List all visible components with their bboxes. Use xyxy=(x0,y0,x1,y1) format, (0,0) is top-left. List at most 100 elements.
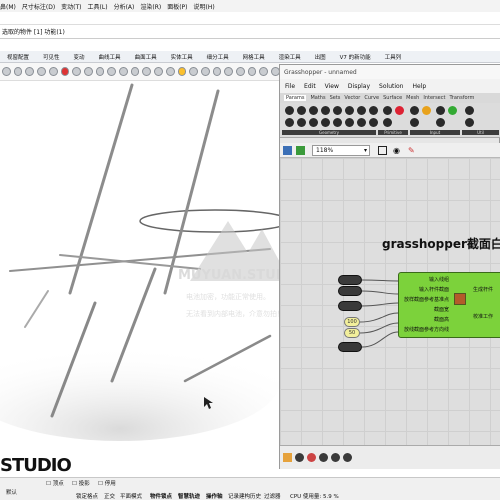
tab-surface-tools[interactable]: 曲面工具 xyxy=(128,53,164,61)
tab-toolbars[interactable]: 工具列 xyxy=(378,53,409,61)
gh-param-icon[interactable] xyxy=(297,118,306,127)
tab-v7-new[interactable]: V7 的新功能 xyxy=(333,53,378,61)
menu-item-mesh[interactable]: 鼻(M) xyxy=(0,2,16,11)
gh-param-icon[interactable] xyxy=(369,106,378,115)
gh-param-icon[interactable] xyxy=(357,106,366,115)
gh-point-param[interactable] xyxy=(338,301,362,311)
checkbox-vertex[interactable]: ☐ 顶点 xyxy=(46,479,64,487)
menu-item-tools[interactable]: 工具(L) xyxy=(88,2,108,11)
gh-zoom-select[interactable]: 118% ▾ xyxy=(312,145,370,156)
gh-curve-param[interactable] xyxy=(338,275,362,285)
status-smarttrack[interactable]: 智慧轨迹 xyxy=(178,492,200,500)
gh-param-icon[interactable] xyxy=(333,106,342,115)
gh-tab-intersect[interactable]: Intersect xyxy=(423,95,445,101)
gh-param-icon[interactable] xyxy=(410,106,419,115)
tab-subd-tools[interactable]: 细分工具 xyxy=(200,53,236,61)
hide-icon[interactable] xyxy=(236,67,245,76)
tab-visibility[interactable]: 可见性 xyxy=(36,53,67,61)
gh-param-icon[interactable] xyxy=(410,118,419,127)
shaded-icon[interactable] xyxy=(212,67,222,76)
gh-param-icon[interactable] xyxy=(309,106,318,115)
gh-group-util[interactable]: Util xyxy=(462,130,499,135)
tab-mesh-tools[interactable]: 网格工具 xyxy=(236,53,272,61)
gh-menu-file[interactable]: File xyxy=(285,83,295,90)
gh-input-lines[interactable]: 输入线组 xyxy=(429,276,449,283)
gh-menu-view[interactable]: View xyxy=(325,83,339,90)
gh-bulb-icon[interactable] xyxy=(283,453,292,462)
status-planar[interactable]: 平面模式 xyxy=(120,492,142,500)
gh-number-param[interactable]: 50 xyxy=(344,328,360,338)
undo-icon[interactable] xyxy=(95,67,105,76)
menu-item-transform[interactable]: 变动(T) xyxy=(61,2,81,11)
gh-title-bar[interactable]: Grasshopper - unnamed xyxy=(280,65,500,79)
ring-curve[interactable] xyxy=(139,209,280,233)
gh-output-members[interactable]: 生成杆件 xyxy=(473,286,493,293)
tab-drafting[interactable]: 出图 xyxy=(308,53,333,61)
gh-tab-params[interactable]: Params xyxy=(284,95,307,101)
gh-output-calibrate[interactable]: 校准工作 xyxy=(473,313,493,320)
menu-item-dimension[interactable]: 尺寸标注(D) xyxy=(22,2,55,11)
gh-param-icon[interactable] xyxy=(297,106,306,115)
zoom-window-icon[interactable] xyxy=(142,67,152,76)
gh-param-icon[interactable] xyxy=(383,106,392,115)
gh-param-icon[interactable] xyxy=(285,106,294,115)
gh-canvas[interactable]: grasshopper截面白 100 50 输入线组 输入杆件截面 放样截面参考… xyxy=(280,158,500,445)
gh-preview-eye-icon[interactable]: ◉ xyxy=(393,146,400,155)
status-gumball[interactable]: 操作轴 xyxy=(206,492,223,500)
gh-param-icon[interactable] xyxy=(307,453,316,462)
sphere-icon[interactable] xyxy=(200,67,210,76)
menu-item-help[interactable]: 说明(H) xyxy=(194,2,215,11)
gh-param-icon[interactable] xyxy=(345,118,354,127)
gh-number-param[interactable]: 100 xyxy=(344,317,360,327)
gh-tab-mesh[interactable]: Mesh xyxy=(406,95,419,101)
gh-param-icon[interactable] xyxy=(448,106,457,115)
gh-tab-transform[interactable]: Transform xyxy=(449,95,474,101)
rod-8[interactable] xyxy=(24,290,49,328)
new-file-icon[interactable] xyxy=(2,67,11,76)
gh-line-param[interactable] xyxy=(338,342,362,352)
properties-icon[interactable] xyxy=(48,67,58,76)
tab-transform[interactable]: 变动 xyxy=(67,53,92,61)
menu-item-render[interactable]: 渲染(R) xyxy=(140,2,161,11)
layers-icon[interactable] xyxy=(189,67,198,76)
gh-input-height[interactable]: 截面高 xyxy=(434,316,449,323)
gh-input-base-point[interactable]: 放样截面参考基准点 xyxy=(404,296,449,303)
gh-param-icon[interactable] xyxy=(295,453,304,462)
gh-curve-param[interactable] xyxy=(338,286,362,296)
gh-param-icon[interactable] xyxy=(436,106,445,115)
lock-icon[interactable] xyxy=(247,67,257,76)
tab-render-tools[interactable]: 渲染工具 xyxy=(272,53,308,61)
gh-menu-help[interactable]: Help xyxy=(413,83,427,90)
gh-menu-edit[interactable]: Edit xyxy=(304,83,316,90)
tab-curve-tools[interactable]: 曲线工具 xyxy=(92,53,128,61)
gh-param-icon[interactable] xyxy=(465,118,474,127)
gh-input-section-curve[interactable]: 输入杆件截面 xyxy=(419,286,449,293)
gh-tab-maths[interactable]: Maths xyxy=(310,95,325,101)
checkbox-disable[interactable]: ☐ 停用 xyxy=(98,479,116,487)
gh-group-input[interactable]: Input xyxy=(410,130,460,135)
save-icon[interactable] xyxy=(25,67,35,76)
gh-tab-vector[interactable]: Vector xyxy=(344,95,360,101)
print-icon[interactable] xyxy=(37,67,46,76)
gh-menu-display[interactable]: Display xyxy=(348,83,370,90)
gh-param-icon[interactable] xyxy=(422,106,431,115)
status-osnap[interactable]: 物件锁点 xyxy=(150,492,172,500)
open-icon[interactable] xyxy=(13,67,23,76)
gh-group-geometry[interactable]: Geometry xyxy=(282,130,376,135)
rendered-icon[interactable] xyxy=(224,67,234,76)
light-icon[interactable] xyxy=(177,67,187,76)
gh-zoom-extents-icon[interactable] xyxy=(378,146,387,155)
gh-param-icon[interactable] xyxy=(383,118,392,127)
gh-input-width[interactable]: 截面宽 xyxy=(434,306,449,313)
checkbox-project[interactable]: ☐ 投影 xyxy=(72,479,90,487)
status-history[interactable]: 记录建构历史 xyxy=(228,492,261,500)
status-ortho[interactable]: 正交 xyxy=(104,492,115,500)
gh-param-icon[interactable] xyxy=(331,453,340,462)
paste-icon[interactable] xyxy=(83,67,93,76)
status-filter[interactable]: 过滤器 xyxy=(264,492,281,500)
gh-param-icon[interactable] xyxy=(319,453,328,462)
gh-param-icon[interactable] xyxy=(321,118,330,127)
select-icon[interactable] xyxy=(165,67,175,76)
gh-param-icon[interactable] xyxy=(436,118,445,127)
rotate-view-icon[interactable] xyxy=(119,67,128,76)
